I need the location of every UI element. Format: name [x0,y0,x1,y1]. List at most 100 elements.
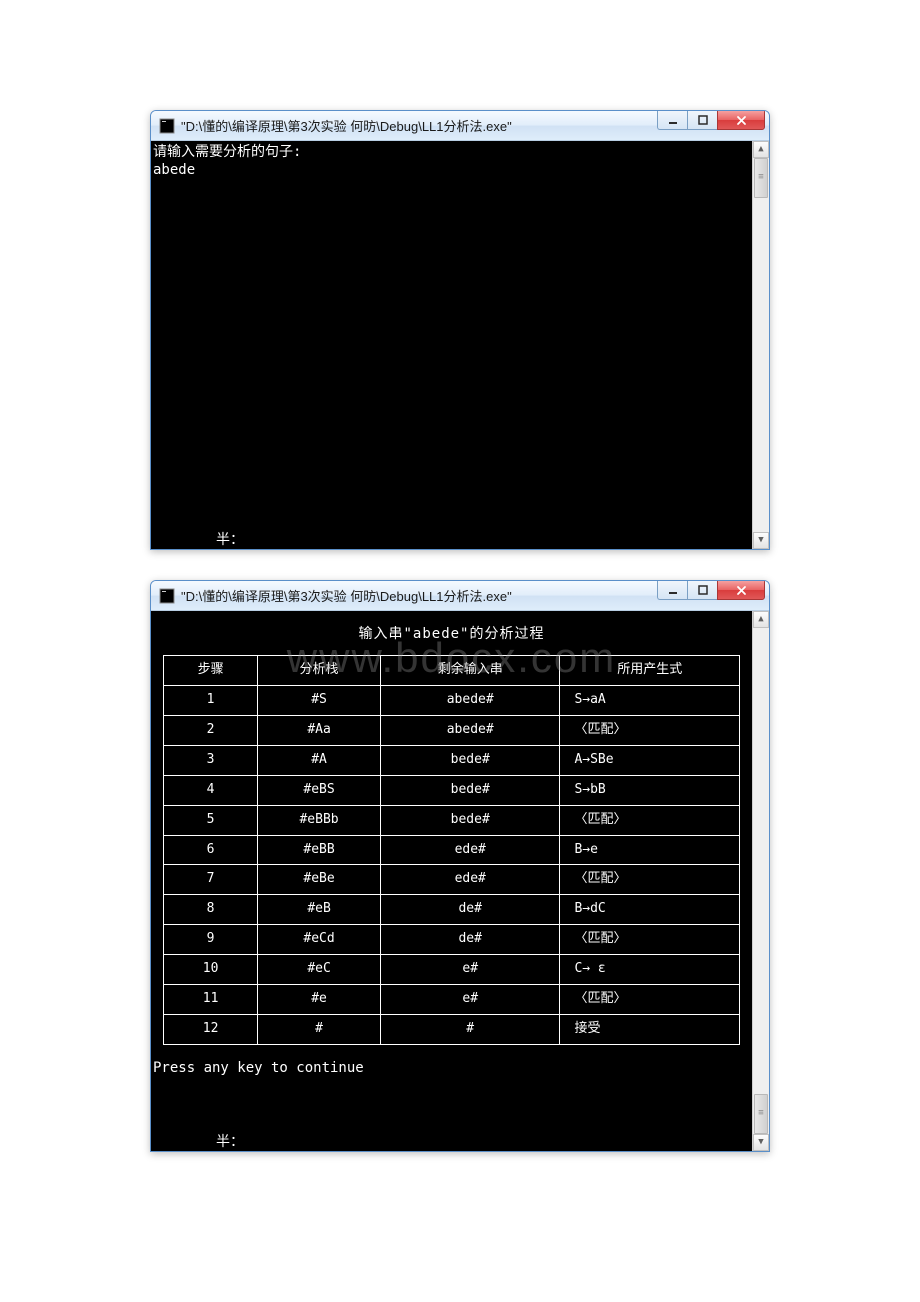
table-row: 4#eBSbede#S→bB [164,775,740,805]
cell-prod: 〈匹配〉 [560,805,740,835]
maximize-button[interactable] [687,110,717,130]
scroll-track[interactable] [753,158,769,532]
cell-remain: e# [380,984,559,1014]
cell-prod: 〈匹配〉 [560,984,740,1014]
cell-step: 10 [164,955,258,985]
window-controls [657,580,765,600]
cell-prod: S→aA [560,686,740,716]
table-row: 11#ee#〈匹配〉 [164,984,740,1014]
titlebar[interactable]: "D:\懂的\编译原理\第3次实验 何昉\Debug\LL1分析法.exe" [151,581,769,611]
cell-stack: #eB [258,895,381,925]
window-title: "D:\懂的\编译原理\第3次实验 何昉\Debug\LL1分析法.exe" [181,586,657,605]
cell-step: 5 [164,805,258,835]
titlebar[interactable]: "D:\懂的\编译原理\第3次实验 何昉\Debug\LL1分析法.exe" [151,111,769,141]
cell-remain: # [380,1014,559,1044]
table-row: 7#eBeede#〈匹配〉 [164,865,740,895]
cell-prod: B→e [560,835,740,865]
table-row: 2#Aaabede#〈匹配〉 [164,715,740,745]
cell-stack: #eBS [258,775,381,805]
cell-remain: abede# [380,715,559,745]
analysis-table: 步骤 分析栈 剩余输入串 所用产生式 1#Sabede#S→aA2#Aaabed… [163,655,740,1045]
cell-step: 2 [164,715,258,745]
cell-prod: 接受 [560,1014,740,1044]
cell-remain: bede# [380,805,559,835]
cell-step: 11 [164,984,258,1014]
console-body: www.bdocx.com 输入串"abede"的分析过程 步骤 分析栈 剩余输… [151,611,769,1151]
table-row: 12##接受 [164,1014,740,1044]
col-remain: 剩余输入串 [380,656,559,686]
app-icon [159,588,175,604]
table-row: 3#Abede#A→SBe [164,745,740,775]
col-production: 所用产生式 [560,656,740,686]
table-row: 10#eCe#C→ ε [164,955,740,985]
vertical-scrollbar[interactable]: ▲ ▼ [752,141,769,549]
cell-stack: #e [258,984,381,1014]
ime-indicator: 半： [216,1133,244,1151]
cell-prod: B→dC [560,895,740,925]
cell-step: 6 [164,835,258,865]
window-controls [657,110,765,130]
cell-stack: #eC [258,955,381,985]
cell-step: 8 [164,895,258,925]
cell-prod: 〈匹配〉 [560,865,740,895]
cell-prod: S→bB [560,775,740,805]
cell-remain: de# [380,895,559,925]
press-any-key: Press any key to continue [151,1053,752,1079]
cell-step: 4 [164,775,258,805]
scroll-up-button[interactable]: ▲ [753,141,769,158]
cell-stack: #eBBb [258,805,381,835]
app-icon [159,118,175,134]
cell-stack: # [258,1014,381,1044]
cell-stack: #Aa [258,715,381,745]
table-row: 8#eBde#B→dC [164,895,740,925]
close-button[interactable] [717,580,765,600]
cell-prod: 〈匹配〉 [560,715,740,745]
cell-step: 3 [164,745,258,775]
close-button[interactable] [717,110,765,130]
cell-stack: #eBB [258,835,381,865]
cell-stack: #A [258,745,381,775]
vertical-scrollbar[interactable]: ▲ ▼ [752,611,769,1151]
ime-indicator: 半： [216,531,244,549]
scroll-down-button[interactable]: ▼ [753,532,769,549]
cell-remain: bede# [380,775,559,805]
cell-step: 12 [164,1014,258,1044]
prompt-text: 请输入需要分析的句子: [153,144,301,160]
scroll-up-button[interactable]: ▲ [753,611,769,628]
scroll-thumb[interactable] [754,158,768,198]
scroll-track[interactable] [753,628,769,1134]
user-input: abede [153,162,195,178]
cell-step: 9 [164,925,258,955]
cell-prod: A→SBe [560,745,740,775]
analysis-title: 输入串"abede"的分析过程 [151,611,752,649]
console-output[interactable]: 请输入需要分析的句子: abede 半： [151,141,752,549]
cell-remain: ede# [380,865,559,895]
window-title: "D:\懂的\编译原理\第3次实验 何昉\Debug\LL1分析法.exe" [181,116,657,135]
minimize-button[interactable] [657,580,687,600]
table-row: 1#Sabede#S→aA [164,686,740,716]
cell-stack: #S [258,686,381,716]
cell-stack: #eBe [258,865,381,895]
col-step: 步骤 [164,656,258,686]
console-body: 请输入需要分析的句子: abede 半： ▲ ▼ [151,141,769,549]
cell-step: 1 [164,686,258,716]
table-row: 9#eCdde#〈匹配〉 [164,925,740,955]
console-output[interactable]: www.bdocx.com 输入串"abede"的分析过程 步骤 分析栈 剩余输… [151,611,752,1151]
minimize-button[interactable] [657,110,687,130]
console-window-2: "D:\懂的\编译原理\第3次实验 何昉\Debug\LL1分析法.exe" w… [150,580,770,1152]
scroll-thumb[interactable] [754,1094,768,1134]
table-row: 6#eBBede#B→e [164,835,740,865]
console-window-1: "D:\懂的\编译原理\第3次实验 何昉\Debug\LL1分析法.exe" 请… [150,110,770,550]
table-header-row: 步骤 分析栈 剩余输入串 所用产生式 [164,656,740,686]
scroll-down-button[interactable]: ▼ [753,1134,769,1151]
cell-prod: C→ ε [560,955,740,985]
maximize-button[interactable] [687,580,717,600]
cell-remain: ede# [380,835,559,865]
cell-remain: bede# [380,745,559,775]
cell-remain: abede# [380,686,559,716]
col-stack: 分析栈 [258,656,381,686]
table-row: 5#eBBbbede#〈匹配〉 [164,805,740,835]
cell-remain: de# [380,925,559,955]
cell-remain: e# [380,955,559,985]
cell-step: 7 [164,865,258,895]
